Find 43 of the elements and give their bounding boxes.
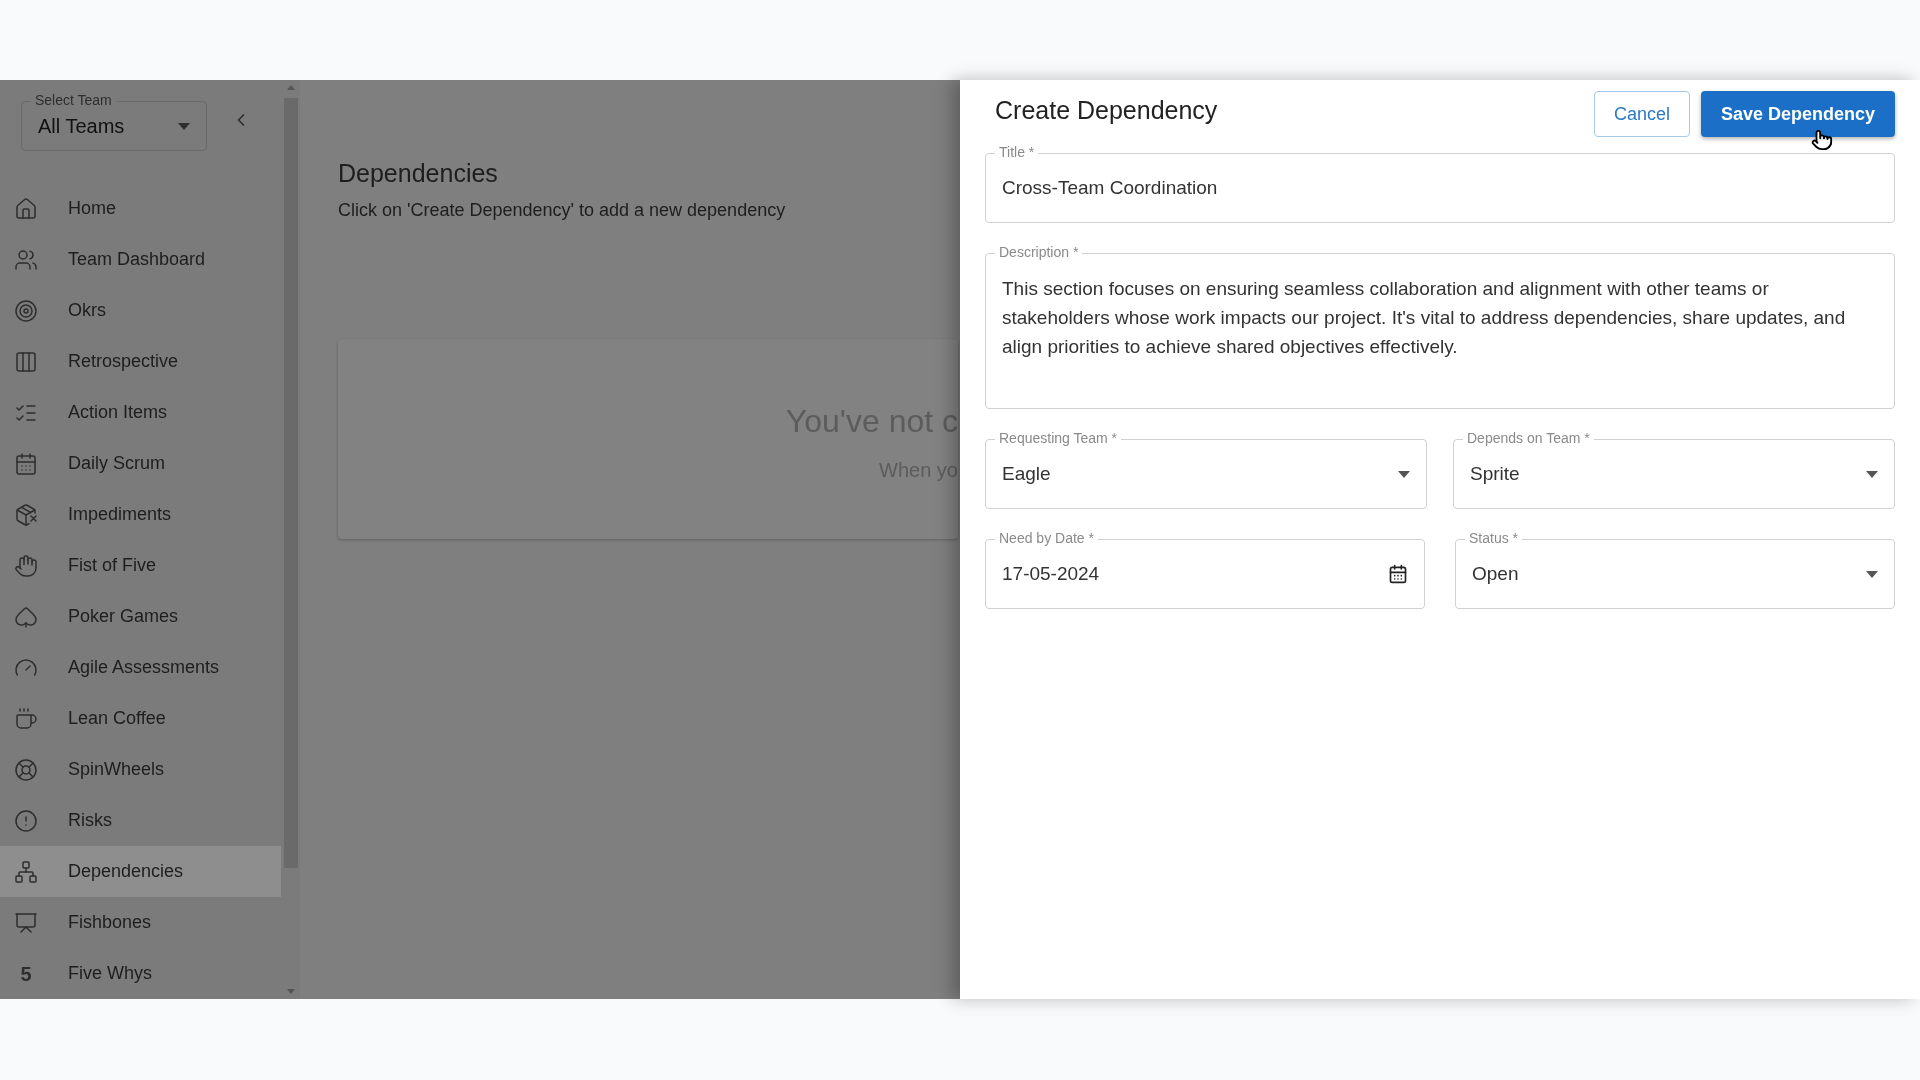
scroll-down-icon[interactable] [287, 989, 295, 994]
field-label: Depends on Team * [1463, 431, 1594, 445]
number-icon: 5 [14, 958, 38, 989]
field-value: Open [1472, 561, 1519, 586]
screen-icon [14, 910, 38, 935]
dropdown-caret-icon [1866, 470, 1878, 478]
home-icon [14, 196, 38, 221]
field-label: Requesting Team * [995, 431, 1122, 445]
field-label: Select Team [31, 93, 116, 107]
page-title: Dependencies [338, 158, 498, 189]
alert-icon [14, 808, 38, 833]
cup-icon [14, 706, 38, 731]
dropdown-caret-icon [1866, 570, 1878, 578]
field-value: This section focuses on ensuring seamless collaboration and alignment with other teams or stakeholders whose work impacts our project. It's vital to address dependencies, share updates, and align priorities to achieve shared objectives effectively. [1002, 277, 1847, 359]
hand-icon [14, 553, 38, 578]
card-icon [14, 604, 38, 629]
field-value: Cross-Team Coordination [1002, 175, 1218, 200]
target-icon [14, 298, 38, 323]
people-icon [14, 247, 38, 272]
page-subtitle: Click on 'Create Dependency' to add a new dependency [338, 198, 786, 222]
cursor-icon [1811, 129, 1833, 151]
save-button[interactable]: Save Dependency [1700, 91, 1895, 137]
dropdown-caret-icon [1398, 470, 1410, 478]
field-value: Sprite [1470, 461, 1520, 486]
field-label: Title * [995, 145, 1039, 159]
calendar-icon [14, 451, 38, 476]
wheel-icon [14, 757, 38, 782]
calendar-icon[interactable] [1388, 564, 1408, 584]
drawer-title: Create Dependency [994, 95, 1218, 127]
columns-icon [14, 349, 38, 374]
hierarchy-icon [14, 859, 38, 884]
field-value: 17-05-2024 [1002, 561, 1100, 586]
field-label: Description * [995, 245, 1083, 259]
select-value: All Teams [38, 114, 125, 139]
field-value: Eagle [1002, 461, 1051, 486]
scroll-up-icon[interactable] [287, 85, 295, 90]
dropdown-caret-icon [178, 122, 190, 130]
sidebar-item[interactable]: Dependencies [0, 846, 281, 897]
cancel-button[interactable]: Cancel [1593, 91, 1690, 137]
description-field[interactable] [985, 245, 1895, 409]
field-label: Status * [1465, 531, 1523, 545]
field-label: Need by Date * [995, 531, 1098, 545]
box-icon [14, 502, 38, 527]
